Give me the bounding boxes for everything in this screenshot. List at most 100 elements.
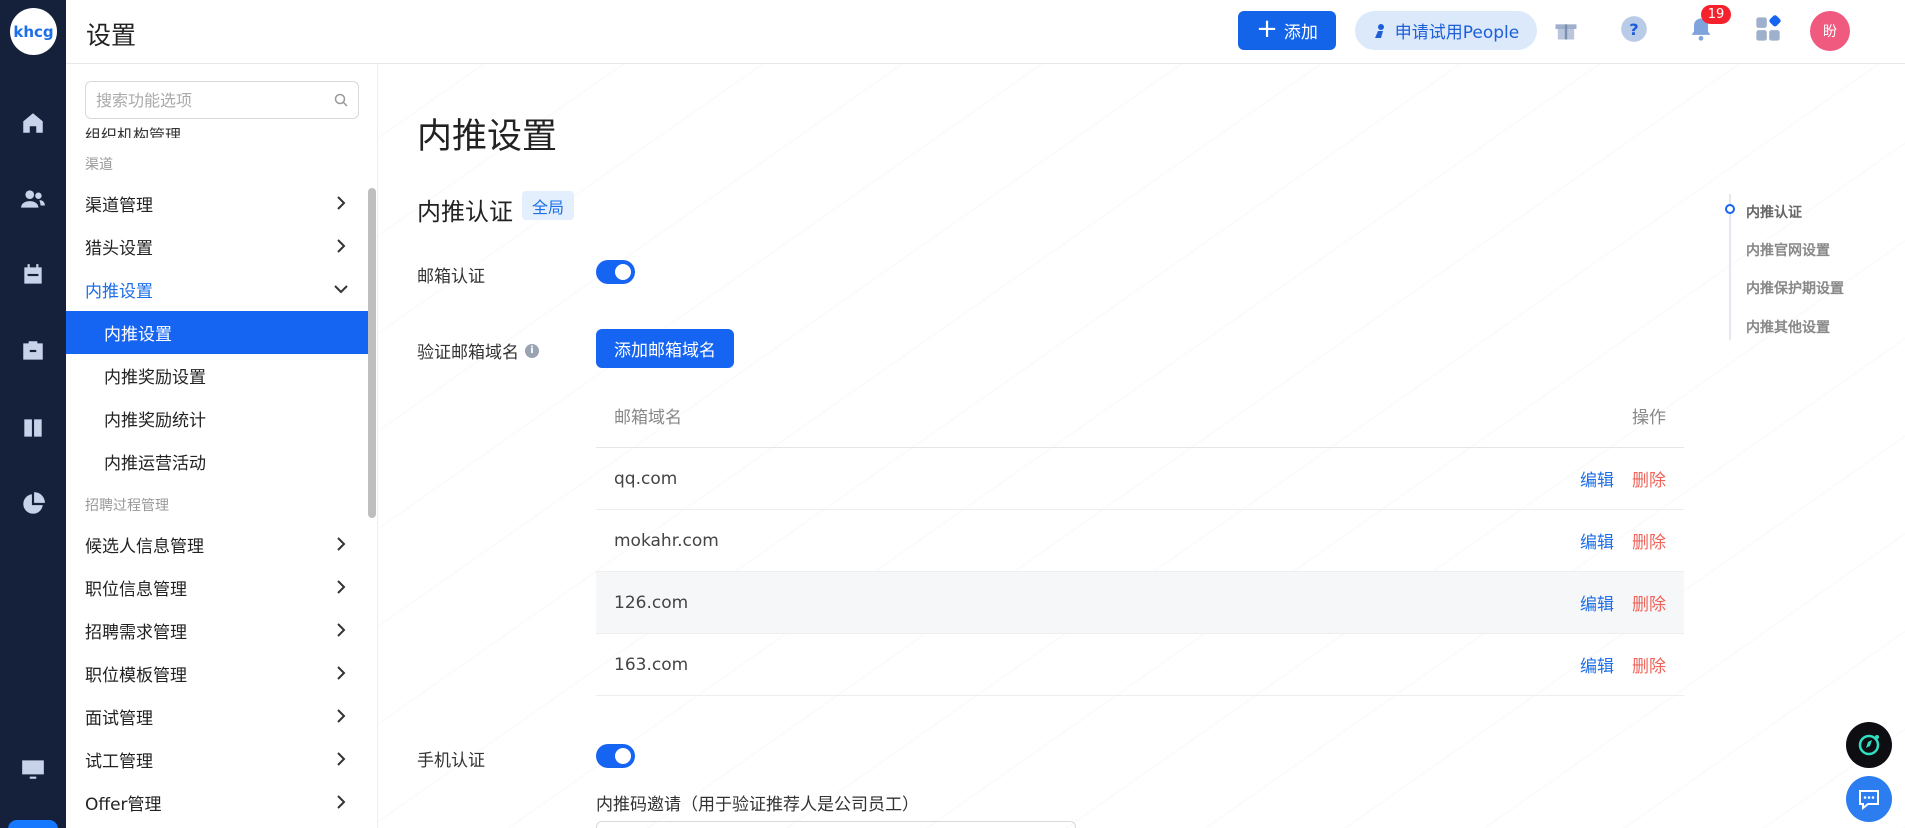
edit-link[interactable]: 编辑	[1580, 528, 1614, 553]
sidebar-item-referral[interactable]: 内推设置	[66, 268, 368, 311]
phone-auth-label: 手机认证	[417, 746, 485, 771]
delete-link[interactable]: 删除	[1632, 466, 1666, 491]
chevron-right-icon	[337, 580, 346, 594]
anchor-line	[1729, 194, 1731, 340]
delete-link[interactable]: 删除	[1632, 528, 1666, 553]
row-actions: 编辑 删除	[1580, 652, 1666, 677]
rail-bottom-button[interactable]	[8, 820, 58, 828]
anchor-link-auth[interactable]: 内推认证	[1746, 202, 1802, 222]
edit-link[interactable]: 编辑	[1580, 652, 1614, 677]
ai-assistant-button[interactable]	[1846, 722, 1892, 768]
app-rail: khcg	[0, 0, 66, 828]
email-auth-label-text: 邮箱认证	[417, 267, 485, 287]
table-row: 126.com 编辑 删除	[596, 572, 1684, 634]
briefcase-icon[interactable]	[19, 337, 47, 365]
delete-link[interactable]: 删除	[1632, 590, 1666, 615]
sidebar-item-label: 候选人信息管理	[85, 537, 204, 557]
column-header-ops: 操作	[1632, 408, 1666, 428]
chevron-right-icon	[337, 709, 346, 723]
sidebar-scrollbar[interactable]	[368, 188, 376, 518]
edit-link[interactable]: 编辑	[1580, 466, 1614, 491]
domain-cell: 163.com	[614, 654, 689, 675]
table-row: 163.com 编辑 删除	[596, 634, 1684, 696]
apps-icon[interactable]	[1753, 14, 1783, 44]
group-title-process: 招聘过程管理	[85, 498, 169, 514]
sidebar-item-label: 职位模板管理	[85, 666, 187, 686]
chevron-right-icon	[337, 239, 346, 253]
sidebar-item-label: Offer管理	[85, 795, 162, 815]
sidebar-item-interview[interactable]: 面试管理	[66, 695, 368, 738]
sidebar-item-label: 猎头设置	[85, 239, 153, 259]
chat-support-button[interactable]	[1846, 776, 1892, 822]
sidebar-item-label: 面试管理	[85, 709, 153, 729]
scope-tag: 全局	[522, 191, 575, 220]
help-icon[interactable]: ?	[1619, 14, 1649, 44]
search-input[interactable]	[96, 90, 334, 110]
sidebar-item-channel[interactable]: 渠道管理	[66, 182, 368, 225]
edit-link[interactable]: 编辑	[1580, 590, 1614, 615]
sidebar-item-headhunter[interactable]: 猎头设置	[66, 225, 368, 268]
table-row: qq.com 编辑 删除	[596, 448, 1684, 510]
sidebar-subitem-reward-settings[interactable]: 内推奖励设置	[66, 354, 368, 397]
home-icon[interactable]	[19, 109, 47, 137]
sidebar-subitem-reward-stats[interactable]: 内推奖励统计	[66, 397, 368, 440]
add-domain-button[interactable]: 添加邮箱域名	[596, 329, 734, 368]
invite-code-note: 内推码邀请（用于验证推荐人是公司员工）	[596, 795, 919, 815]
domain-cell: mokahr.com	[614, 530, 719, 551]
sidebar-item-label: 招聘需求管理	[85, 623, 187, 643]
domain-cell: qq.com	[614, 468, 678, 489]
sidebar-item-trial-work[interactable]: 试工管理	[66, 738, 368, 781]
sidebar-item-position[interactable]: 职位信息管理	[66, 566, 368, 609]
domain-table: 邮箱域名 操作 qq.com 编辑 删除 mokahr.com 编辑 删除 12…	[596, 384, 1684, 696]
sidebar-subitem-label: 内推设置	[104, 325, 172, 345]
sidebar-item-org[interactable]: 组织机构管理	[85, 116, 359, 138]
trial-button-label: 申请试用People	[1394, 23, 1520, 43]
sidebar-item-label: 职位信息管理	[85, 580, 187, 600]
invite-code-input[interactable]	[596, 821, 1076, 828]
sidebar-item-candidate[interactable]: 候选人信息管理	[66, 523, 368, 566]
sidebar-item-offer[interactable]: Offer管理	[66, 781, 368, 824]
chat-icon	[1859, 790, 1879, 811]
phone-auth-toggle[interactable]	[596, 744, 635, 768]
email-auth-label: 邮箱认证	[417, 262, 485, 287]
avatar[interactable]: 盼	[1810, 11, 1850, 51]
group-title-channel: 渠道	[85, 157, 113, 173]
delete-link[interactable]: 删除	[1632, 652, 1666, 677]
anchor-active-dot	[1725, 204, 1735, 214]
add-button[interactable]: + 添加	[1238, 11, 1336, 50]
domain-label-text: 验证邮箱域名	[417, 343, 519, 363]
people-icon[interactable]	[19, 185, 47, 213]
sidebar-item-demand[interactable]: 招聘需求管理	[66, 609, 368, 652]
sidebar-item-template[interactable]: 职位模板管理	[66, 652, 368, 695]
anchor-link-other[interactable]: 内推其他设置	[1746, 317, 1830, 337]
calendar-icon[interactable]	[19, 261, 47, 289]
monitor-icon[interactable]	[19, 755, 47, 783]
search-box[interactable]	[85, 81, 359, 119]
chevron-right-icon	[337, 795, 346, 809]
top-header: 设置 + 添加 申请试用People ? 19 盼	[66, 0, 1905, 64]
info-icon[interactable]: i	[525, 343, 539, 358]
app-logo[interactable]: khcg	[10, 8, 57, 55]
row-actions: 编辑 删除	[1580, 466, 1666, 491]
gift-icon[interactable]	[1551, 14, 1581, 44]
trial-people-button[interactable]: 申请试用People	[1355, 11, 1537, 50]
compass-icon	[1858, 734, 1880, 756]
book-icon[interactable]	[19, 414, 47, 442]
page-header-title: 设置	[86, 21, 137, 50]
anchor-link-protection[interactable]: 内推保护期设置	[1746, 278, 1844, 298]
sidebar-subitem-operations[interactable]: 内推运营活动	[66, 440, 368, 483]
email-auth-toggle[interactable]	[596, 260, 635, 284]
plus-icon: +	[1256, 14, 1278, 44]
chevron-down-icon	[334, 285, 348, 294]
sidebar-subitem-referral-settings[interactable]: 内推设置	[66, 311, 368, 354]
pie-chart-icon[interactable]	[19, 490, 47, 518]
sidebar-item-label: 渠道管理	[85, 196, 153, 216]
row-actions: 编辑 删除	[1580, 590, 1666, 615]
column-header-domain: 邮箱域名	[614, 408, 682, 428]
main-content: 内推设置 内推认证 全局 邮箱认证 验证邮箱域名 i 添加邮箱域名 邮箱域名 操…	[378, 64, 1905, 828]
anchor-link-site[interactable]: 内推官网设置	[1746, 240, 1830, 260]
sidebar-subitem-label: 内推奖励统计	[104, 411, 206, 431]
chevron-right-icon	[337, 196, 346, 210]
chevron-right-icon	[337, 752, 346, 766]
sidebar-subitem-label: 内推运营活动	[104, 454, 206, 474]
